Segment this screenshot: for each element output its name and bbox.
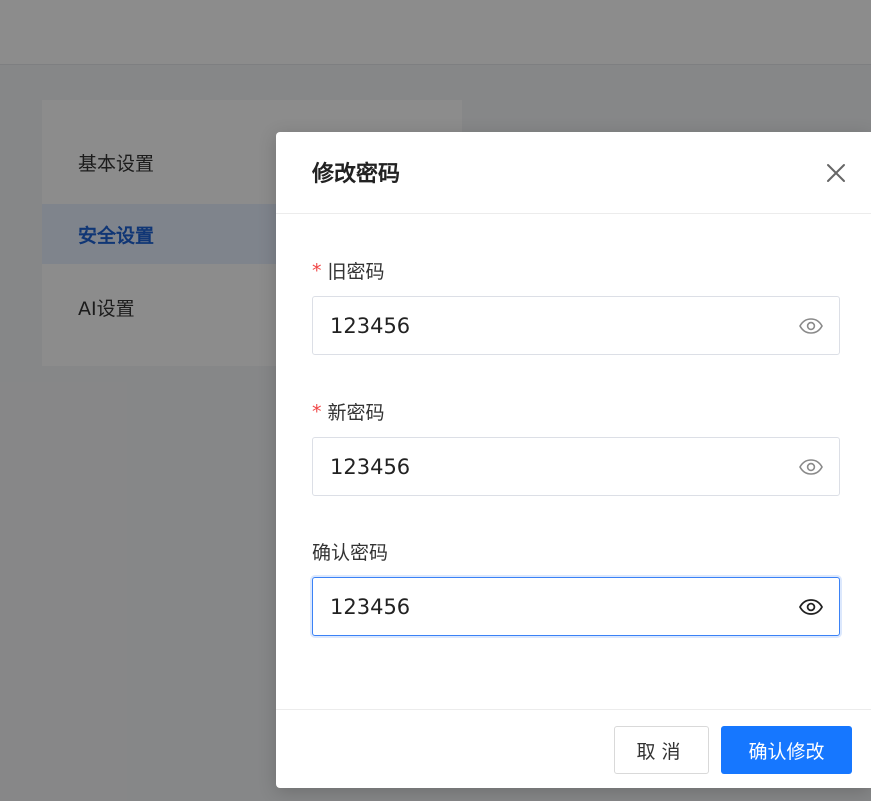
confirm-password-field	[312, 577, 840, 636]
modal-header: 修改密码	[276, 132, 871, 214]
new-password-input[interactable]	[330, 438, 770, 495]
new-password-label: * 新密码	[312, 398, 385, 425]
required-mark: *	[312, 259, 322, 282]
close-button[interactable]	[820, 157, 852, 189]
modal-footer: 取消 确认修改	[276, 709, 871, 788]
old-password-field	[312, 296, 840, 355]
old-password-label-text: 旧密码	[327, 261, 385, 283]
confirm-change-button[interactable]: 确认修改	[721, 726, 852, 774]
old-password-label: * 旧密码	[312, 257, 385, 284]
eye-icon	[799, 459, 823, 475]
old-password-input[interactable]	[330, 297, 770, 354]
eye-icon	[799, 318, 823, 334]
required-mark: *	[312, 400, 322, 423]
eye-icon	[799, 599, 823, 615]
toggle-new-password-visibility-button[interactable]	[795, 452, 827, 482]
confirm-password-input[interactable]	[330, 578, 770, 635]
toggle-old-password-visibility-button[interactable]	[795, 311, 827, 341]
close-icon	[827, 164, 845, 182]
new-password-label-text: 新密码	[327, 402, 385, 424]
confirm-password-label-text: 确认密码	[312, 542, 389, 564]
modal-title: 修改密码	[312, 162, 401, 187]
change-password-modal: 修改密码 * 旧密码 * 新密码	[276, 132, 871, 788]
toggle-confirm-password-visibility-button[interactable]	[795, 592, 827, 622]
confirm-password-label: 确认密码	[312, 538, 388, 565]
cancel-button[interactable]: 取消	[614, 726, 709, 774]
new-password-field	[312, 437, 840, 496]
